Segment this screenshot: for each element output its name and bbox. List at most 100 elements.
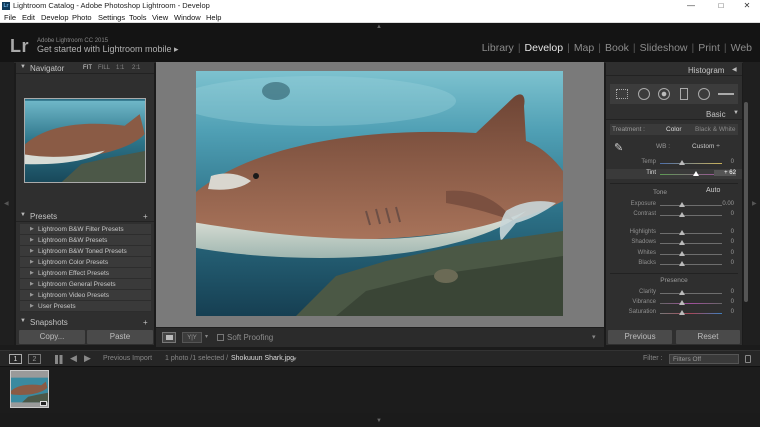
image-viewport[interactable] bbox=[156, 62, 604, 327]
preset-folder[interactable]: ▶ User Presets bbox=[20, 301, 151, 312]
main-photo[interactable] bbox=[196, 71, 563, 316]
tint-value[interactable]: + 62 bbox=[714, 170, 736, 176]
whites-value[interactable]: 0 bbox=[714, 250, 734, 256]
tint-slider[interactable]: Tint + 62 bbox=[606, 169, 742, 179]
saturation-knob[interactable] bbox=[679, 310, 685, 315]
tint-knob[interactable] bbox=[693, 171, 699, 176]
right-panel-toggle[interactable]: ▶ bbox=[749, 62, 760, 345]
contrast-slider[interactable]: Contrast 0 bbox=[606, 210, 742, 220]
top-panel-toggle-icon[interactable]: ▲ bbox=[376, 24, 382, 30]
exposure-slider[interactable]: Exposure 0.00 bbox=[606, 200, 742, 210]
whites-slider[interactable]: Whites 0 bbox=[606, 249, 742, 259]
histogram-header[interactable]: Histogram ◀ bbox=[606, 64, 742, 76]
preset-folder[interactable]: ▶ Lightroom Color Presets bbox=[20, 257, 151, 268]
treatment-bw-option[interactable]: Black & White bbox=[695, 126, 735, 133]
menu-settings[interactable]: Settings bbox=[98, 13, 125, 22]
graduated-filter-icon[interactable] bbox=[680, 88, 688, 100]
menu-develop[interactable]: Develop bbox=[41, 13, 69, 22]
preset-folder[interactable]: ▶ Lightroom Effect Presets bbox=[20, 268, 151, 279]
vibrance-track[interactable] bbox=[660, 303, 722, 304]
presets-header[interactable]: ▼ Presets + bbox=[16, 210, 154, 222]
preset-folder[interactable]: ▶ Lightroom Video Presets bbox=[20, 290, 151, 301]
toolbar-options-icon[interactable]: ▾ bbox=[592, 333, 596, 341]
filter-lock-icon[interactable] bbox=[745, 355, 751, 363]
wb-dropdown[interactable]: Custom ÷ bbox=[692, 143, 720, 150]
contrast-knob[interactable] bbox=[679, 212, 685, 217]
loupe-view-icon[interactable] bbox=[162, 332, 176, 343]
clarity-value[interactable]: 0 bbox=[714, 289, 734, 295]
blacks-knob[interactable] bbox=[679, 261, 685, 266]
clarity-slider[interactable]: Clarity 0 bbox=[606, 288, 742, 298]
clarity-track[interactable] bbox=[660, 293, 722, 294]
shadows-track[interactable] bbox=[660, 243, 722, 244]
temp-slider[interactable]: Temp 0 bbox=[606, 158, 742, 168]
forward-arrow-icon[interactable]: ▶ bbox=[84, 353, 91, 364]
zoom-fit[interactable]: FIT bbox=[83, 65, 92, 71]
shadows-slider[interactable]: Shadows 0 bbox=[606, 238, 742, 248]
highlights-knob[interactable] bbox=[679, 230, 685, 235]
right-panel-scrollbar[interactable] bbox=[743, 62, 749, 345]
selected-filename[interactable]: Shokuuun Shark.jpg bbox=[231, 355, 294, 362]
lightroom-mobile-link[interactable]: Get started with Lightroom mobile ▸ bbox=[37, 44, 179, 55]
contrast-track[interactable] bbox=[660, 215, 722, 216]
preset-folder[interactable]: ▶ Lightroom B&W Presets bbox=[20, 235, 151, 246]
paste-settings-button[interactable]: Paste bbox=[87, 330, 153, 344]
exposure-knob[interactable] bbox=[679, 202, 685, 207]
soft-proofing-checkbox[interactable] bbox=[217, 334, 224, 341]
module-book[interactable]: Book bbox=[605, 42, 629, 54]
red-eye-icon[interactable] bbox=[658, 88, 670, 100]
highlights-track[interactable] bbox=[660, 233, 722, 234]
preset-folder[interactable]: ▶ Lightroom B&W Filter Presets bbox=[20, 224, 151, 235]
back-arrow-icon[interactable]: ◀ bbox=[70, 353, 77, 364]
close-button[interactable]: ✕ bbox=[732, 0, 760, 12]
basic-header[interactable]: Basic ▼ bbox=[606, 108, 742, 120]
snapshots-header[interactable]: ▼ Snapshots + bbox=[16, 316, 154, 328]
menu-photo[interactable]: Photo bbox=[72, 13, 92, 22]
zoom-fill[interactable]: FILL bbox=[98, 65, 110, 71]
menu-file[interactable]: File bbox=[4, 13, 16, 22]
vibrance-knob[interactable] bbox=[679, 300, 685, 305]
shadows-value[interactable]: 0 bbox=[714, 239, 734, 245]
saturation-slider[interactable]: Saturation 0 bbox=[606, 308, 742, 318]
menu-window[interactable]: Window bbox=[174, 13, 201, 22]
blacks-track[interactable] bbox=[660, 264, 722, 265]
module-map[interactable]: Map bbox=[574, 42, 594, 54]
navigator-header[interactable]: ▼ Navigator FIT FILL 1:1 2:1 bbox=[16, 62, 154, 74]
module-develop[interactable]: Develop bbox=[525, 42, 564, 54]
crop-overlay-icon[interactable] bbox=[616, 89, 628, 99]
whites-track[interactable] bbox=[660, 254, 722, 255]
blacks-value[interactable]: 0 bbox=[714, 260, 734, 266]
secondary-window-button[interactable]: 2 bbox=[28, 354, 41, 364]
treatment-color-option[interactable]: Color bbox=[666, 126, 682, 133]
module-print[interactable]: Print bbox=[698, 42, 720, 54]
saturation-track[interactable] bbox=[660, 313, 722, 314]
filename-dropdown-icon[interactable]: ▾ bbox=[293, 355, 297, 363]
bottom-panel-toggle-icon[interactable]: ▼ bbox=[376, 418, 382, 424]
module-slideshow[interactable]: Slideshow bbox=[640, 42, 688, 54]
left-panel-toggle[interactable]: ◀ bbox=[0, 62, 14, 345]
reset-button[interactable]: Reset bbox=[676, 330, 740, 344]
exposure-value[interactable]: 0.00 bbox=[714, 201, 734, 207]
zoom-2-1[interactable]: 2:1 bbox=[132, 65, 140, 71]
whites-knob[interactable] bbox=[679, 251, 685, 256]
highlights-value[interactable]: 0 bbox=[714, 229, 734, 235]
minimize-button[interactable]: — bbox=[676, 0, 706, 12]
menu-view[interactable]: View bbox=[152, 13, 168, 22]
module-library[interactable]: Library bbox=[482, 42, 514, 54]
temp-knob[interactable] bbox=[679, 160, 685, 165]
menu-tools[interactable]: Tools bbox=[129, 13, 147, 22]
menu-edit[interactable]: Edit bbox=[22, 13, 35, 22]
highlights-slider[interactable]: Highlights 0 bbox=[606, 228, 742, 238]
previous-button[interactable]: Previous bbox=[608, 330, 672, 344]
shadows-knob[interactable] bbox=[679, 240, 685, 245]
preset-folder[interactable]: ▶ Lightroom B&W Toned Presets bbox=[20, 246, 151, 257]
preset-folder[interactable]: ▶ Lightroom General Presets bbox=[20, 279, 151, 290]
contrast-value[interactable]: 0 bbox=[714, 211, 734, 217]
blacks-slider[interactable]: Blacks 0 bbox=[606, 259, 742, 269]
add-snapshot-icon[interactable]: + bbox=[143, 318, 148, 327]
adjustment-brush-icon[interactable] bbox=[718, 93, 734, 95]
add-preset-icon[interactable]: + bbox=[143, 212, 148, 221]
module-web[interactable]: Web bbox=[731, 42, 752, 54]
navigator-preview[interactable] bbox=[24, 98, 146, 183]
filter-dropdown[interactable]: Filters Off bbox=[669, 354, 739, 364]
